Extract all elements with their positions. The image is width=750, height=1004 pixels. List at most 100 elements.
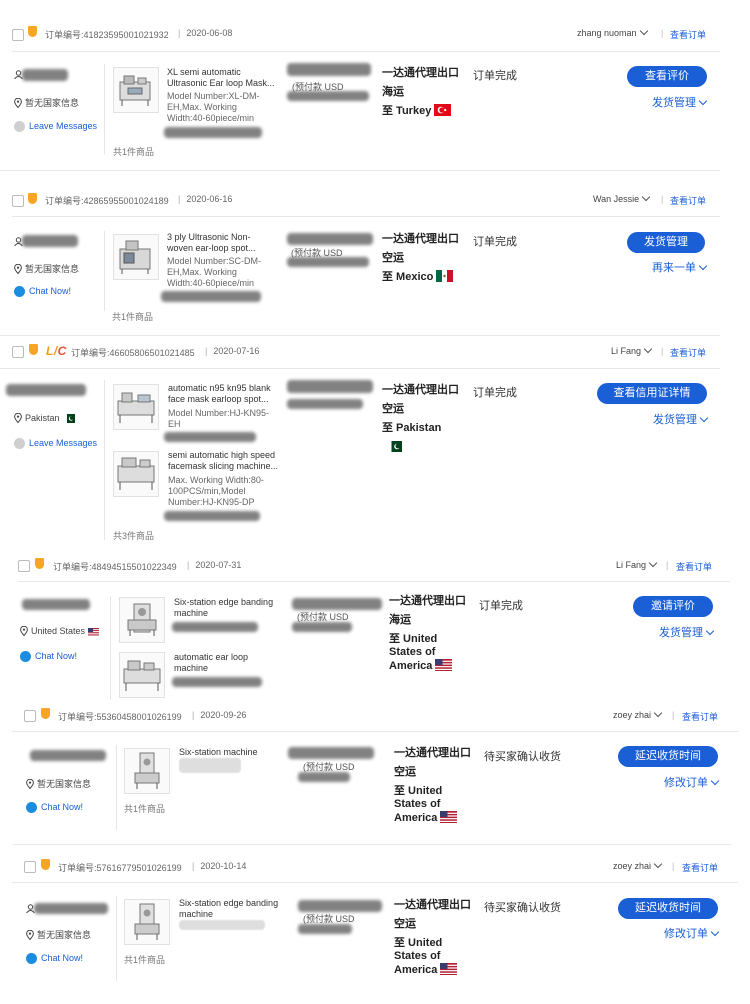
order-card: 订单编号:57616779501026199 | 2020-10-14 zoey … [12, 854, 738, 1004]
product-image[interactable] [113, 67, 159, 113]
amount-redacted [287, 63, 371, 76]
buyer-name-redacted [6, 384, 86, 396]
reorder-dropdown[interactable]: 再来一单 [652, 259, 708, 275]
buyer-name-redacted [22, 69, 68, 81]
price-redacted [161, 291, 261, 302]
staff-dropdown[interactable]: zoey zhai [613, 708, 663, 720]
divider: | [666, 560, 669, 570]
modify-order-dropdown[interactable]: 修改订单 [664, 774, 720, 790]
view-order-link[interactable]: 查看订单 [670, 346, 706, 359]
select-checkbox[interactable] [12, 346, 24, 358]
staff-dropdown[interactable]: Wan Jessie [593, 192, 651, 204]
chat-now-link[interactable]: Chat Now! [26, 953, 83, 964]
product-title[interactable]: Six-station edge banding machine [174, 597, 286, 619]
view-order-link[interactable]: 查看订单 [670, 194, 706, 207]
prepayment-redacted [298, 772, 350, 782]
chat-icon [26, 953, 37, 964]
view-order-link[interactable]: 查看订单 [676, 560, 712, 573]
price-redacted [179, 758, 241, 773]
item-count: 共1件商品 [112, 312, 154, 322]
staff-dropdown[interactable]: zhang nuoman [577, 26, 648, 38]
modify-order-dropdown[interactable]: 修改订单 [664, 925, 720, 941]
product-image[interactable] [113, 384, 159, 430]
buyer-country: United States [20, 626, 100, 636]
order-status: 订单完成 [473, 387, 517, 399]
buyer-country: Pakistan [14, 413, 75, 423]
price-redacted [164, 432, 256, 442]
select-checkbox[interactable] [12, 195, 24, 207]
column-divider [104, 380, 105, 540]
staff-dropdown[interactable]: zoey zhai [613, 859, 663, 871]
product-title[interactable]: Six-station machine [179, 747, 279, 758]
chat-now-link[interactable]: Chat Now! [20, 651, 77, 662]
product-title[interactable]: 3 ply Ultrasonic Non-woven ear-loop spot… [167, 232, 271, 254]
view-review-button[interactable]: 查看评价 [627, 66, 707, 87]
chevron-down-icon [698, 96, 708, 106]
divider: | [661, 346, 664, 356]
shipping-info: 一达通代理出口 空运 至 Mexico [382, 233, 459, 283]
order-date: | 2020-10-14 [192, 861, 247, 871]
product-title[interactable]: automatic ear loop machine [174, 652, 274, 674]
item-count: 共1件商品 [113, 147, 155, 157]
extend-receipt-time-button[interactable]: 延迟收货时间 [618, 898, 718, 919]
order-card: 订单编号:41823595001021932 | 2020-06-08 zhang… [0, 0, 720, 186]
chevron-down-icon [653, 859, 663, 869]
order-status: 订单完成 [473, 70, 517, 82]
chat-icon [14, 286, 25, 297]
view-order-link[interactable]: 查看订单 [682, 861, 718, 874]
product-image[interactable] [113, 234, 159, 280]
order-number: 订单编号:55360458001026199 [58, 712, 182, 722]
prepayment-redacted [287, 399, 363, 409]
order-status: 订单完成 [473, 236, 517, 248]
product-image[interactable] [113, 451, 159, 497]
select-checkbox[interactable] [12, 29, 24, 41]
price-redacted [172, 677, 262, 687]
header-divider [12, 216, 720, 217]
chat-now-link[interactable]: Chat Now! [14, 286, 71, 297]
leave-messages-link[interactable]: Leave Messages [14, 438, 97, 449]
order-status: 待买家确认收货 [484, 902, 561, 914]
product-image[interactable] [119, 597, 165, 643]
staff-dropdown[interactable]: Li Fang [611, 344, 653, 356]
leave-messages-link[interactable]: Leave Messages [14, 121, 97, 132]
order-status: 待买家确认收货 [484, 751, 561, 763]
shipping-management-dropdown[interactable]: 发货管理 [652, 94, 708, 110]
chat-now-link[interactable]: Chat Now! [26, 802, 83, 813]
extend-receipt-time-button[interactable]: 延迟收货时间 [618, 746, 718, 767]
view-order-link[interactable]: 查看订单 [682, 710, 718, 723]
order-separator [12, 844, 732, 845]
select-checkbox[interactable] [18, 560, 30, 572]
item-count: 共3件商品 [113, 531, 155, 541]
product-title[interactable]: Six-station edge banding machine [179, 898, 291, 920]
order-header: 订单编号:42865955001024189 | 2020-06-16 Wan J… [0, 186, 720, 220]
select-checkbox[interactable] [24, 861, 36, 873]
item-count: 共1件商品 [124, 955, 166, 965]
product-title[interactable]: automatic n95 kn95 blank face mask earlo… [168, 383, 280, 405]
invite-review-button[interactable]: 邀请评价 [633, 596, 713, 617]
shipping-management-dropdown[interactable]: 发货管理 [653, 411, 709, 427]
message-icon [14, 121, 25, 132]
order-separator [0, 335, 720, 336]
order-number: 订单编号:46605806501021485 [71, 348, 195, 358]
product-image[interactable] [124, 899, 170, 945]
view-lc-details-button[interactable]: 查看信用证详情 [597, 383, 707, 404]
order-date: | 2020-06-16 [178, 194, 233, 204]
usa-flag-icon [440, 963, 458, 975]
product-title[interactable]: XL semi automatic Ultrasonic Ear loop Ma… [167, 67, 280, 89]
shipping-management-dropdown[interactable]: 发货管理 [659, 624, 715, 640]
product-image[interactable] [119, 652, 165, 698]
product-title[interactable]: semi automatic high speed facemask slici… [168, 450, 286, 472]
order-number: 订单编号:57616779501026199 [58, 863, 182, 873]
product-image[interactable] [124, 748, 170, 794]
order-date: | 2020-09-26 [192, 710, 247, 720]
view-order-link[interactable]: 查看订单 [670, 28, 706, 41]
buyer-name-redacted [22, 599, 90, 610]
buyer-country: 暂无国家信息 [26, 928, 91, 941]
shipping-info: 一达通代理出口 空运 至 United States of America [394, 899, 471, 976]
select-checkbox[interactable] [24, 710, 36, 722]
staff-dropdown[interactable]: Li Fang [616, 558, 658, 570]
shipping-management-button[interactable]: 发货管理 [627, 232, 705, 253]
column-divider [110, 596, 111, 700]
item-count: 共1件商品 [124, 804, 166, 814]
chat-icon [20, 651, 31, 662]
